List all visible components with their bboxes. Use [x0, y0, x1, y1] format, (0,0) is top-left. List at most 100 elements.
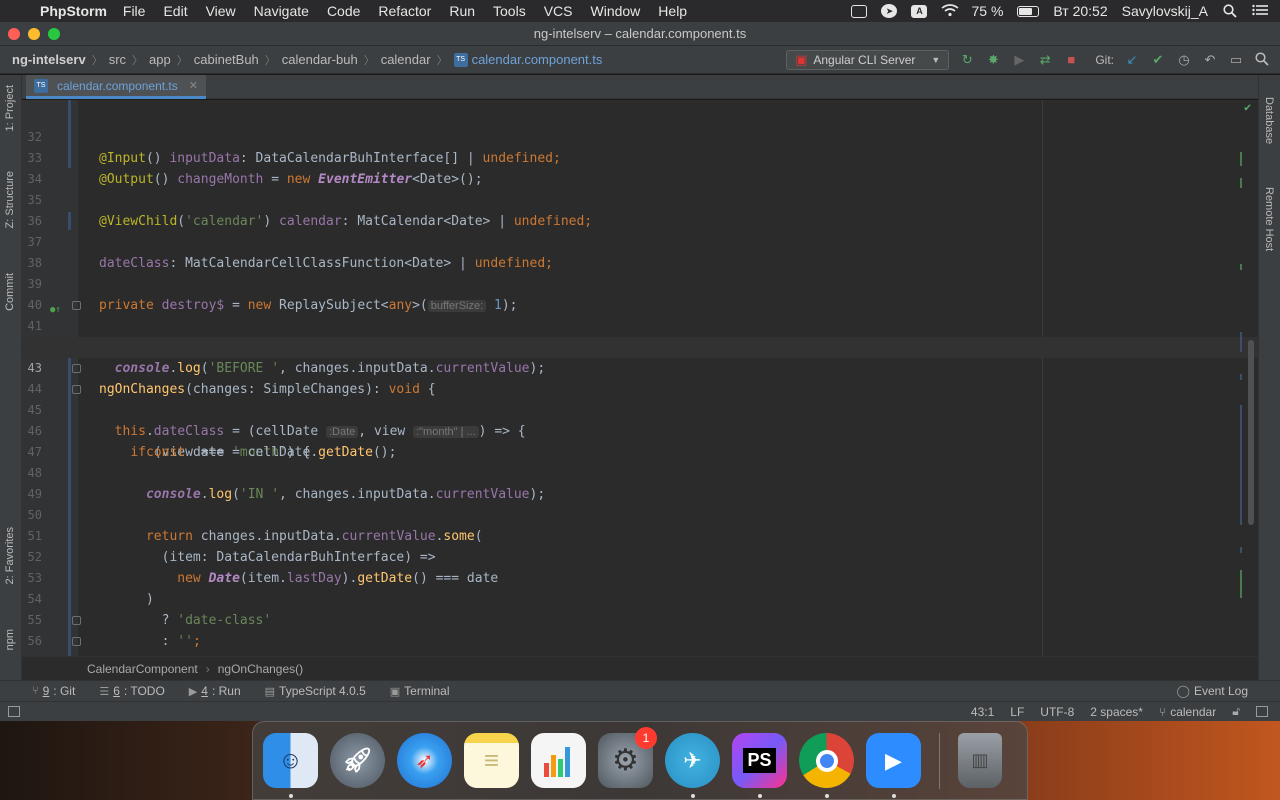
rerun-icon[interactable]: ↻	[959, 52, 975, 68]
profile-icon[interactable]: ⇄	[1037, 52, 1053, 68]
menu-edit[interactable]: Edit	[163, 3, 187, 19]
code-line: 36	[22, 190, 1258, 228]
tool-tab-structure[interactable]: Z: Structure	[4, 171, 16, 228]
branch-icon: ⑂	[32, 685, 39, 697]
caret-position[interactable]: 43:1	[971, 705, 994, 719]
indent-setting[interactable]: 2 spaces*	[1090, 705, 1143, 719]
system-preferences-icon[interactable]: ⚙ 1	[598, 727, 657, 788]
crumb-calendar-buh[interactable]: calendar-buh	[282, 52, 358, 67]
tool-tab-database[interactable]: Database	[1263, 97, 1275, 144]
notes-icon[interactable]: ≡	[464, 733, 519, 788]
chevron-right-icon: 〉	[436, 54, 448, 67]
chrome-icon[interactable]	[799, 733, 854, 798]
menu-navigate[interactable]: Navigate	[254, 3, 309, 19]
rollback-icon[interactable]: ↶	[1202, 52, 1218, 68]
trash-icon[interactable]: ▥	[958, 733, 1002, 788]
tool-tab-project[interactable]: 1: Project	[4, 85, 16, 131]
file-encoding[interactable]: UTF-8	[1040, 705, 1074, 719]
launchpad-icon[interactable]: 🚀︎	[330, 733, 385, 788]
tool-tab-remote-host[interactable]: Remote Host	[1263, 187, 1275, 251]
code-editor[interactable]: 32 @Input() inputData: DataCalendarBuhIn…	[22, 100, 1258, 656]
crumb-class[interactable]: CalendarComponent	[87, 662, 198, 676]
telegram-icon[interactable]: ✈	[665, 733, 720, 798]
code-line: 37 dateClass: MatCalendarCellClassFuncti…	[22, 211, 1258, 271]
tool-tab-favorites[interactable]: 2: Favorites	[4, 527, 16, 584]
tool-window-run[interactable]: ▶ 4: Run	[189, 684, 241, 698]
fold-icon[interactable]	[72, 301, 81, 310]
tool-tab-npm[interactable]: npm	[4, 629, 16, 650]
run-configuration-select[interactable]: ▣ Angular CLI Server ▼	[786, 49, 950, 70]
run-config-label: Angular CLI Server	[813, 52, 916, 67]
menu-run[interactable]: Run	[449, 3, 475, 19]
tool-windows-toggle-icon[interactable]	[8, 706, 20, 717]
clock[interactable]: Вт 20:52	[1053, 3, 1107, 19]
location-arrow-icon[interactable]: ➤	[881, 4, 898, 18]
menu-help[interactable]: Help	[658, 3, 687, 19]
inspection-ok-icon[interactable]: ✔	[1244, 100, 1251, 114]
tool-window-typescript[interactable]: ▤ TypeScript 4.0.5	[265, 684, 366, 698]
git-update-icon[interactable]: ↙	[1124, 52, 1140, 68]
spotlight-search-icon[interactable]	[1222, 4, 1238, 18]
notification-center-icon[interactable]	[1252, 4, 1268, 18]
crumb-project[interactable]: ng-intelserv	[12, 52, 86, 67]
safari-icon[interactable]: ➶	[397, 733, 452, 788]
code-line: 45 if (view === 'month') {	[22, 379, 1258, 460]
crumb-method[interactable]: ngOnChanges()	[218, 662, 303, 676]
fold-icon[interactable]	[72, 385, 81, 394]
input-source-icon[interactable]: A	[911, 4, 928, 18]
tool-window-terminal[interactable]: ▣ Terminal	[390, 684, 450, 698]
git-commit-icon[interactable]: ✔	[1150, 52, 1166, 68]
fold-icon[interactable]	[72, 616, 81, 625]
chevron-right-icon: 〉	[132, 54, 144, 67]
close-window-button[interactable]	[8, 28, 20, 40]
tool-window-todo[interactable]: ☰ 6: TODO	[99, 684, 164, 698]
phpstorm-icon[interactable]: PS	[732, 733, 787, 798]
app-menu-phpstorm[interactable]: PhpStorm	[40, 3, 107, 19]
wifi-icon[interactable]	[941, 4, 959, 18]
crumb-src[interactable]: src	[109, 52, 126, 67]
git-label: Git:	[1095, 52, 1114, 67]
minimize-window-button[interactable]	[28, 28, 40, 40]
menu-file[interactable]: File	[123, 3, 146, 19]
crumb-file[interactable]: calendar.component.ts	[472, 52, 603, 67]
zoom-window-button[interactable]	[48, 28, 60, 40]
code-line: 50 return changes.inputData.currentValue…	[22, 484, 1258, 544]
crumb-cabinetbuh[interactable]: cabinetBuh	[194, 52, 259, 67]
lock-icon[interactable]: 🔓︎	[1232, 704, 1240, 719]
run-icon: ▶	[188, 685, 198, 698]
screen-record-icon[interactable]	[851, 4, 868, 18]
menu-view[interactable]: View	[206, 3, 236, 19]
menu-tools[interactable]: Tools	[493, 3, 526, 19]
line-separator[interactable]: LF	[1010, 705, 1024, 719]
code-line: 42 console.log('BEFORE ', changes.inputD…	[22, 316, 1258, 376]
menu-refactor[interactable]: Refactor	[378, 3, 431, 19]
crumb-calendar[interactable]: calendar	[381, 52, 431, 67]
search-everywhere-icon[interactable]	[1254, 51, 1270, 68]
tool-tab-commit[interactable]: Commit	[4, 273, 16, 311]
tool-window-event-log[interactable]: ◯ Event Log	[1177, 684, 1248, 698]
battery-icon[interactable]	[1017, 5, 1040, 17]
user-name[interactable]: Savylovskij_A	[1122, 3, 1208, 19]
vertical-scrollbar-thumb[interactable]	[1248, 340, 1254, 525]
scrollbar-marker	[1240, 547, 1242, 553]
crumb-app[interactable]: app	[149, 52, 171, 67]
coverage-icon[interactable]: ▶	[1011, 52, 1027, 68]
menu-code[interactable]: Code	[327, 3, 360, 19]
finder-icon[interactable]: ☺	[263, 733, 318, 798]
git-branch-widget[interactable]: ⑂ calendar	[1159, 705, 1216, 719]
fold-icon[interactable]	[72, 364, 81, 373]
memory-indicator-icon[interactable]	[1256, 706, 1268, 717]
history-icon[interactable]: ◷	[1176, 52, 1192, 68]
tab-calendar-component[interactable]: TS calendar.component.ts ✕	[26, 75, 206, 99]
debug-icon[interactable]: ✸	[985, 52, 1001, 68]
fold-icon[interactable]	[72, 637, 81, 646]
stop-icon[interactable]: ■	[1063, 52, 1079, 68]
numbers-icon[interactable]	[531, 733, 586, 788]
battery-percent: 75 %	[971, 3, 1004, 19]
menu-vcs[interactable]: VCS	[544, 3, 573, 19]
close-icon[interactable]: ✕	[189, 79, 198, 92]
tool-window-git[interactable]: ⑂ 9: Git	[32, 684, 75, 698]
menu-window[interactable]: Window	[591, 3, 641, 19]
zoom-icon[interactable]: ▶	[866, 733, 921, 798]
presentation-mode-icon[interactable]: ▭	[1228, 52, 1244, 68]
